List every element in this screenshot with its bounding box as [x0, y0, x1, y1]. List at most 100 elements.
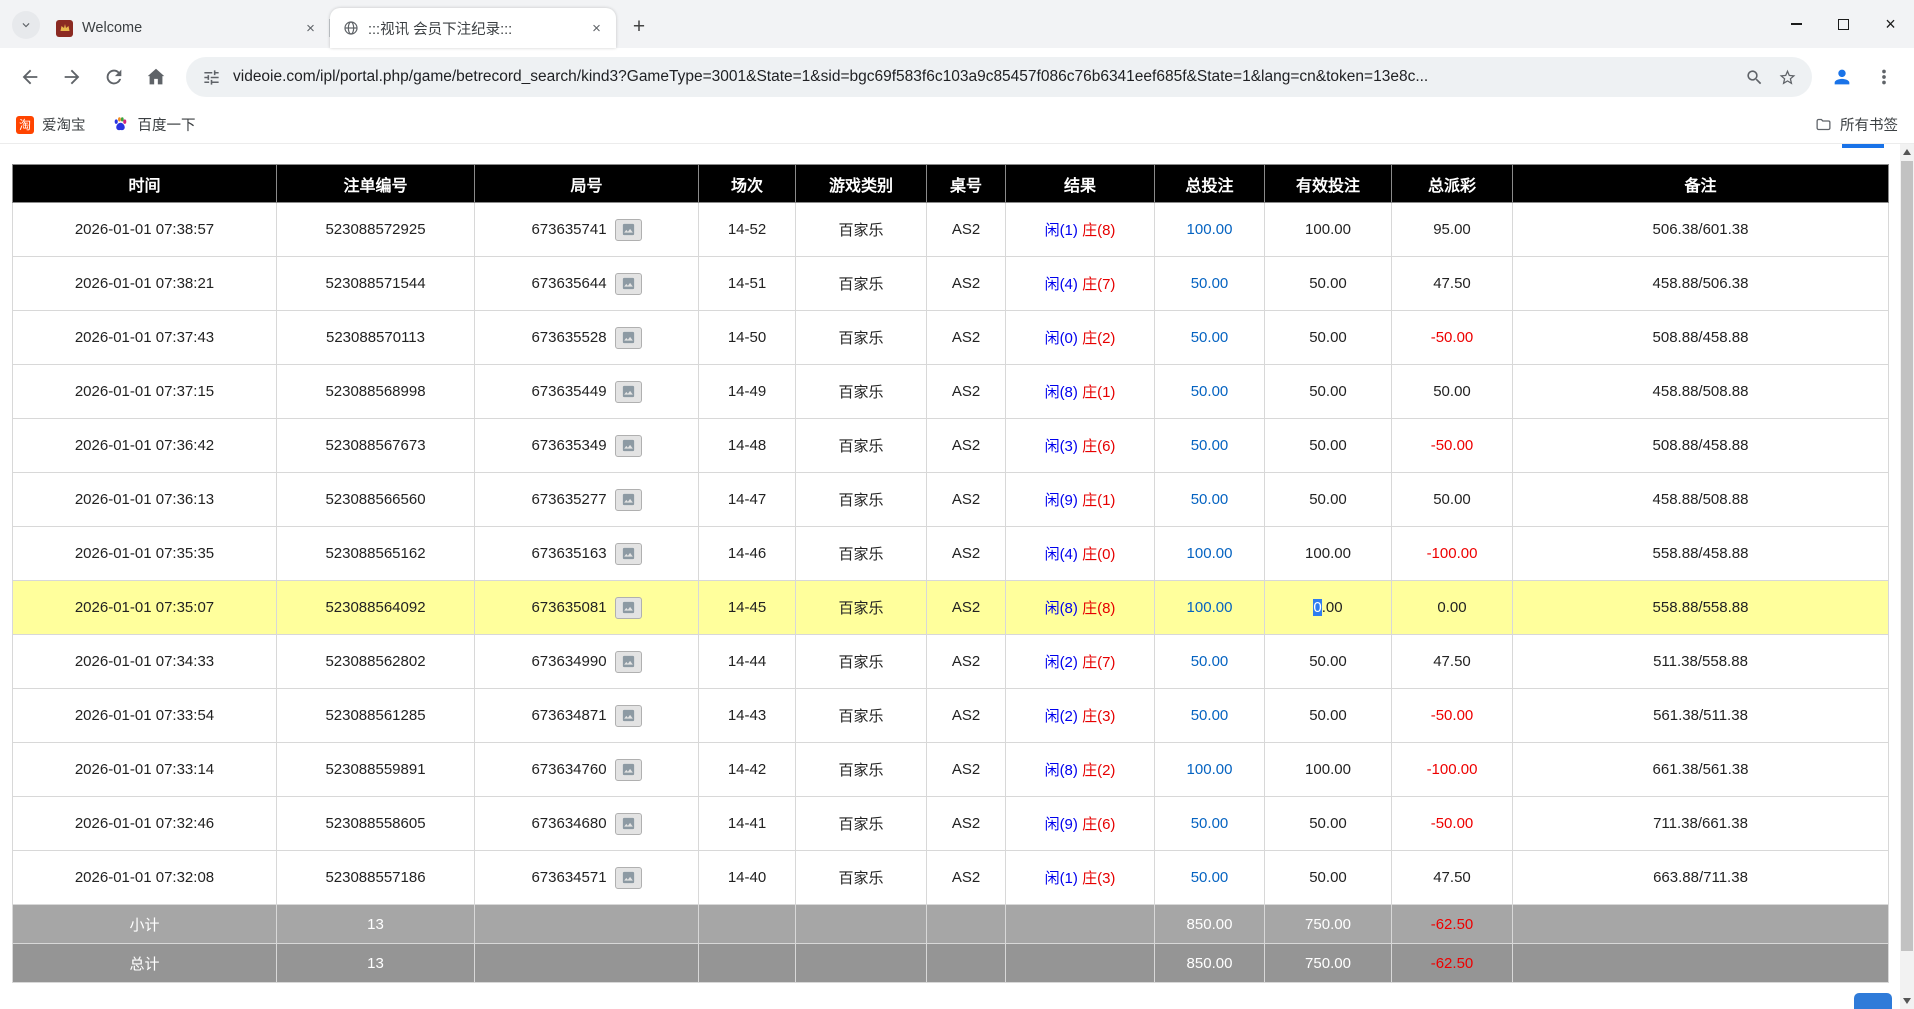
round-replay-icon[interactable] — [615, 273, 642, 295]
new-tab-button[interactable]: + — [624, 12, 654, 42]
address-bar[interactable]: videoie.com/ipl/portal.php/game/betrecor… — [186, 57, 1812, 97]
round-replay-icon[interactable] — [615, 489, 642, 511]
round-replay-icon[interactable] — [615, 867, 642, 889]
round-replay-icon[interactable] — [615, 597, 642, 619]
total-bet-cell[interactable]: 100.00 — [1155, 203, 1265, 257]
session-cell: 14-48 — [699, 419, 796, 473]
round-replay-icon[interactable] — [615, 705, 642, 727]
round-cell: 673634871 — [475, 689, 699, 743]
tab-bet-records[interactable]: :::视讯 会员下注纪录::: × — [330, 8, 616, 48]
banker-result: 庄(8) — [1082, 222, 1115, 239]
url-text[interactable]: videoie.com/ipl/portal.php/game/betrecor… — [233, 68, 1732, 86]
time-cell: 2026-01-01 07:38:57 — [13, 203, 277, 257]
home-button[interactable] — [136, 57, 176, 97]
player-result: 闲(4) — [1045, 276, 1078, 293]
round-cell: 673635163 — [475, 527, 699, 581]
baidu-paw-icon — [112, 116, 130, 134]
summary-cell — [475, 944, 699, 983]
scrollbar-thumb[interactable] — [1901, 161, 1913, 951]
round-number: 673635741 — [531, 221, 606, 238]
zoom-icon[interactable] — [1743, 66, 1765, 88]
close-tab-icon[interactable]: × — [587, 19, 606, 38]
bet-row[interactable]: 2026-01-01 07:32:46523088558605673634680… — [13, 797, 1889, 851]
bet-row[interactable]: 2026-01-01 07:38:57523088572925673635741… — [13, 203, 1889, 257]
payout-cell: 47.50 — [1392, 851, 1513, 905]
bet-row[interactable]: 2026-01-01 07:38:21523088571544673635644… — [13, 257, 1889, 311]
bookmark-label: 爱淘宝 — [42, 114, 86, 135]
player-result: 闲(1) — [1045, 870, 1078, 887]
all-bookmarks-label: 所有书签 — [1840, 114, 1898, 135]
total-bet-cell[interactable]: 50.00 — [1155, 311, 1265, 365]
total-bet-cell[interactable]: 100.00 — [1155, 581, 1265, 635]
column-header: 桌号 — [927, 165, 1006, 203]
total-bet-cell[interactable]: 50.00 — [1155, 635, 1265, 689]
session-cell: 14-49 — [699, 365, 796, 419]
total-bet-cell[interactable]: 50.00 — [1155, 473, 1265, 527]
site-info-icon[interactable] — [200, 66, 222, 88]
total-bet-cell[interactable]: 50.00 — [1155, 419, 1265, 473]
bet-row[interactable]: 2026-01-01 07:34:33523088562802673634990… — [13, 635, 1889, 689]
forward-button[interactable] — [52, 57, 92, 97]
floating-blue-button[interactable] — [1854, 993, 1892, 1009]
bet-number-cell: 523088567673 — [277, 419, 475, 473]
menu-button[interactable] — [1864, 57, 1904, 97]
total-bet-cell[interactable]: 100.00 — [1155, 527, 1265, 581]
bookmark-star-icon[interactable] — [1776, 66, 1798, 88]
total-bet-cell[interactable]: 100.00 — [1155, 743, 1265, 797]
player-result: 闲(2) — [1045, 708, 1078, 725]
all-bookmarks-button[interactable]: 所有书签 — [1814, 114, 1898, 135]
bet-row[interactable]: 2026-01-01 07:36:13523088566560673635277… — [13, 473, 1889, 527]
reload-button[interactable] — [94, 57, 134, 97]
minimize-button[interactable] — [1773, 0, 1820, 48]
bookmark-baidu[interactable]: 百度一下 — [112, 114, 196, 135]
bet-row[interactable]: 2026-01-01 07:37:15523088568998673635449… — [13, 365, 1889, 419]
bet-row[interactable]: 2026-01-01 07:33:14523088559891673634760… — [13, 743, 1889, 797]
round-replay-icon[interactable] — [615, 219, 642, 241]
time-cell: 2026-01-01 07:37:15 — [13, 365, 277, 419]
total-bet-cell[interactable]: 50.00 — [1155, 851, 1265, 905]
bet-row[interactable]: 2026-01-01 07:35:35523088565162673635163… — [13, 527, 1889, 581]
round-replay-icon[interactable] — [615, 327, 642, 349]
total-bet-cell[interactable]: 50.00 — [1155, 365, 1265, 419]
round-replay-icon[interactable] — [615, 813, 642, 835]
total-bet-cell[interactable]: 50.00 — [1155, 797, 1265, 851]
bet-row[interactable]: 2026-01-01 07:37:43523088570113673635528… — [13, 311, 1889, 365]
round-number: 673635644 — [531, 275, 606, 292]
round-replay-icon[interactable] — [615, 435, 642, 457]
table-number-cell: AS2 — [927, 203, 1006, 257]
round-replay-icon[interactable] — [615, 651, 642, 673]
total-bet-cell[interactable]: 50.00 — [1155, 257, 1265, 311]
close-tab-icon[interactable]: × — [301, 19, 320, 38]
round-replay-icon[interactable] — [615, 543, 642, 565]
bet-row[interactable]: 2026-01-01 07:32:08523088557186673634571… — [13, 851, 1889, 905]
profile-button[interactable] — [1822, 57, 1862, 97]
banker-result: 庄(3) — [1082, 708, 1115, 725]
triangle-up-icon — [1903, 149, 1911, 155]
bet-number-cell: 523088565162 — [277, 527, 475, 581]
scroll-up-arrow[interactable] — [1900, 144, 1914, 160]
remark-cell: 711.38/661.38 — [1513, 797, 1889, 851]
bet-number-cell: 523088561285 — [277, 689, 475, 743]
bet-row[interactable]: 2026-01-01 07:35:07523088564092673635081… — [13, 581, 1889, 635]
table-number-cell: AS2 — [927, 419, 1006, 473]
tab-search-button[interactable] — [12, 11, 40, 39]
session-cell: 14-45 — [699, 581, 796, 635]
round-replay-icon[interactable] — [615, 381, 642, 403]
bookmark-aitaobao[interactable]: 淘 爱淘宝 — [16, 114, 86, 135]
bet-row[interactable]: 2026-01-01 07:36:42523088567673673635349… — [13, 419, 1889, 473]
total-bet-cell[interactable]: 50.00 — [1155, 689, 1265, 743]
taobao-icon: 淘 — [16, 116, 34, 134]
vertical-scrollbar[interactable] — [1900, 144, 1914, 1009]
result-cell: 闲(8) 庄(2) — [1006, 743, 1155, 797]
back-button[interactable] — [10, 57, 50, 97]
tab-welcome[interactable]: Welcome × — [44, 8, 330, 48]
bet-row[interactable]: 2026-01-01 07:33:54523088561285673634871… — [13, 689, 1889, 743]
session-cell: 14-41 — [699, 797, 796, 851]
close-window-button[interactable]: × — [1867, 0, 1914, 48]
scroll-down-arrow[interactable] — [1900, 993, 1914, 1009]
result-cell: 闲(9) 庄(1) — [1006, 473, 1155, 527]
payout-cell: -50.00 — [1392, 419, 1513, 473]
maximize-button[interactable] — [1820, 0, 1867, 48]
round-replay-icon[interactable] — [615, 759, 642, 781]
valid-bet-cell: 50.00 — [1265, 689, 1392, 743]
